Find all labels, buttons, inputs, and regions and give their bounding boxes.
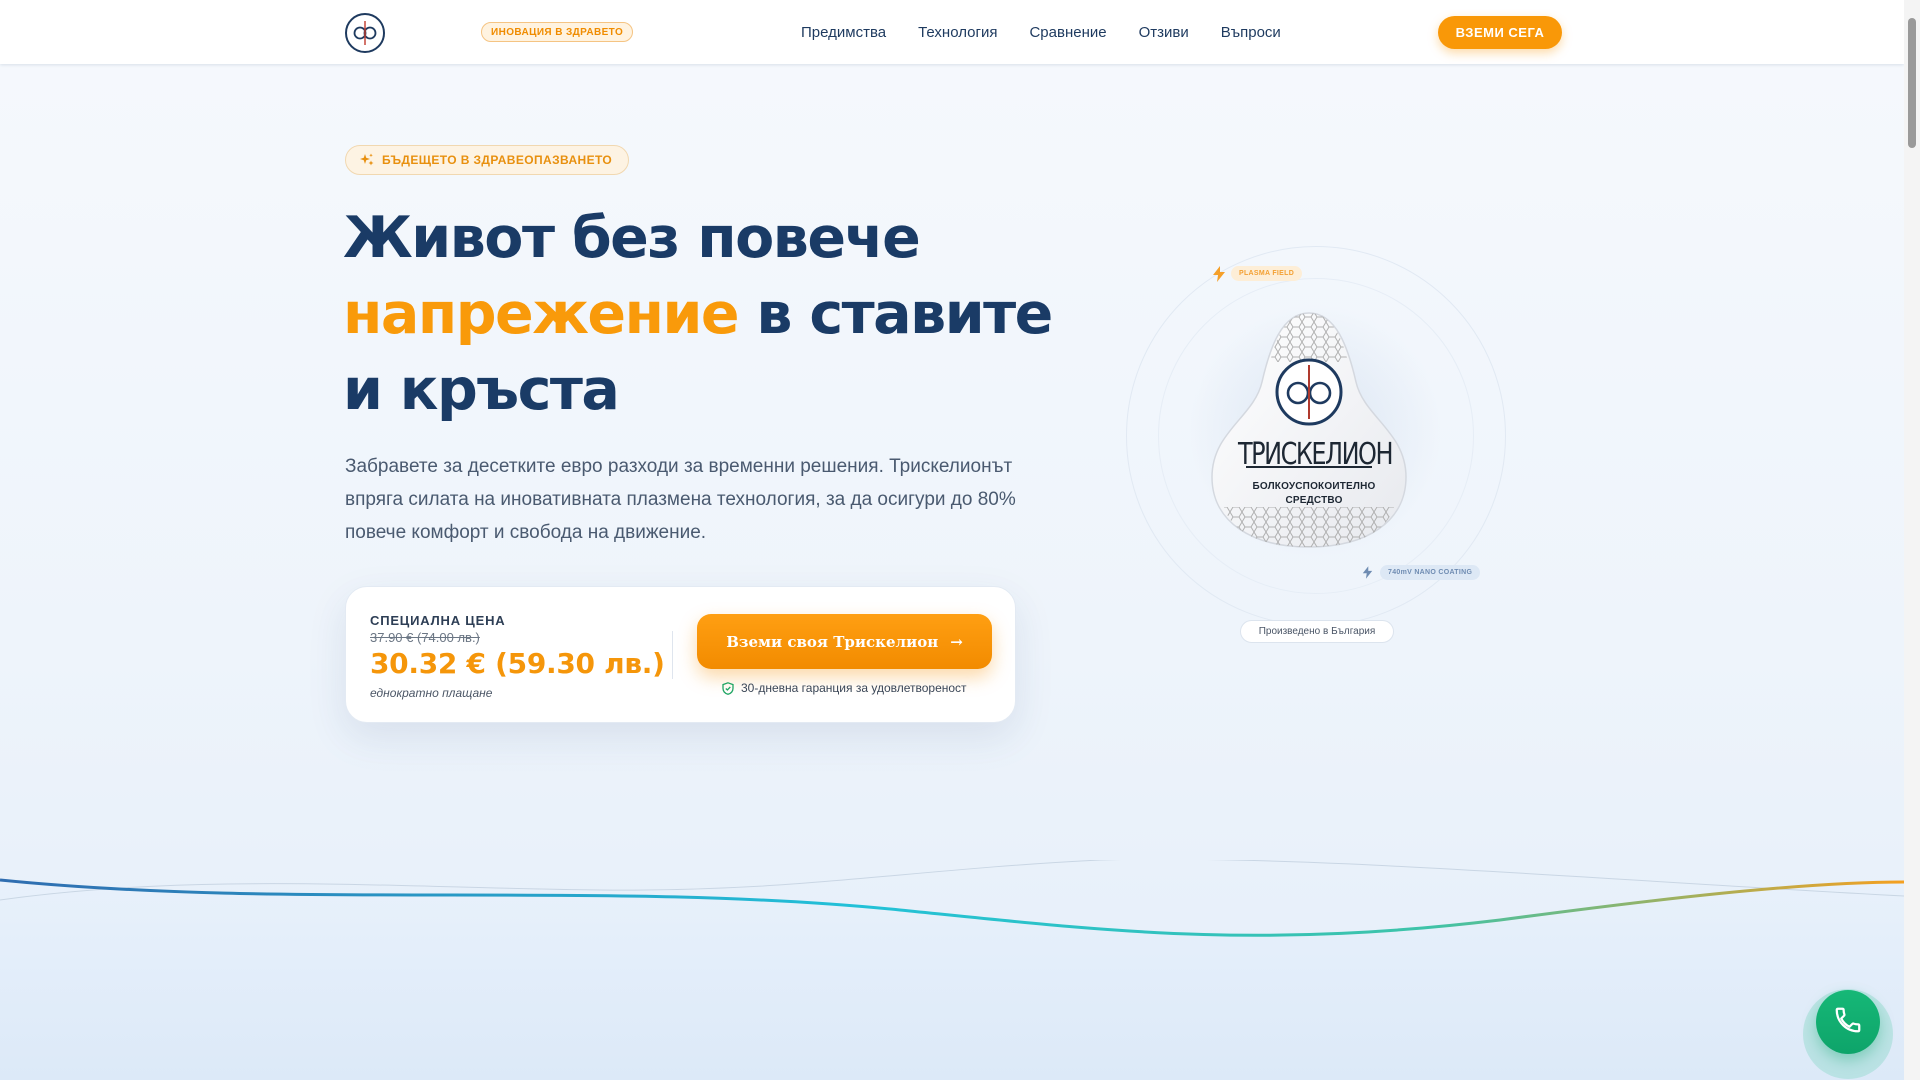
hero-description: Забравете за десетките евро разходи за в… [345,456,1016,543]
special-price-label: СПЕЦИАЛНА ЦЕНА [370,613,506,628]
scrollbar-track[interactable] [1904,0,1920,1080]
sparkles-icon [360,153,374,167]
price-card: СПЕЦИАЛНА ЦЕНА 37.90 € (74.00 лв.) 30.32… [345,586,1016,723]
nav-link-benefits[interactable]: Предимства [801,24,886,41]
product-brand: ТРИСКЕЛИОН [1238,436,1393,472]
arrow-right-icon: → [950,632,963,651]
logo-icon[interactable] [345,13,385,53]
buy-trisk-button[interactable]: Вземи своя Трискелион → [697,614,992,669]
future-tag-label: БЪДЕЩЕТО В ЗДРАВЕОПАЗВАНЕТО [382,153,613,167]
made-in-bulgaria-badge: Произведено в България [1240,620,1394,643]
page: ИНОВАЦИЯ В ЗДРАВЕТО Предимства Технологи… [0,0,1920,1080]
nav-link-technology[interactable]: Технология [918,24,997,41]
buy-button-label: Вземи своя Трискелион [726,632,939,651]
innovation-badge: ИНОВАЦИЯ В ЗДРАВЕТО [481,22,634,42]
hero-title-accent: напрежение [343,281,740,347]
payment-note: еднократно плащане [370,686,493,700]
hero-title-line3: и кръста [343,357,620,423]
product-patch-image [1211,312,1407,548]
phone-icon [1833,1005,1863,1040]
scrollbar-thumb[interactable] [1908,18,1916,148]
hero-title-line1: Живот без повече [343,205,921,271]
top-nav: ИНОВАЦИЯ В ЗДРАВЕТО Предимства Технологи… [0,0,1904,64]
nav-link-reviews[interactable]: Отзиви [1139,24,1189,41]
get-now-button[interactable]: ВЗЕМИ СЕГА [1438,16,1562,49]
future-tag: БЪДЕЩЕТО В ЗДРАВЕОПАЗВАНЕТО [345,145,630,175]
new-price: 30.32 € (59.30 лв.) [370,647,665,680]
nav-link-faq[interactable]: Въпроси [1221,24,1281,41]
bolt-icon [1362,566,1373,579]
shield-check-icon [722,681,734,695]
product-subtitle: БОЛКОУСПОКОИТЕЛНО СРЕДСТВО [1252,481,1376,506]
guarantee-label: 30-дневна гаранция за удовлетвореност [741,681,967,695]
price-divider [672,631,673,679]
guarantee-note: 30-дневна гаранция за удовлетвореност [722,679,967,697]
hero-title: Живот без повече напрежение в ставите и … [343,200,1063,428]
plasma-field-badge: PLASMA FIELD [1231,266,1303,281]
hero-title-line2: в ставите [756,281,1053,347]
old-price: 37.90 € (74.00 лв.) [370,630,480,645]
nano-coating-badge: 740mV NANO COATING [1380,565,1481,580]
bolt-icon [1212,266,1226,282]
nav-links: Предимства Технология Сравнение Отзиви В… [801,0,1313,64]
call-button[interactable] [1816,990,1880,1054]
nav-link-comparison[interactable]: Сравнение [1029,24,1106,41]
wave-decoration [0,860,1904,1080]
